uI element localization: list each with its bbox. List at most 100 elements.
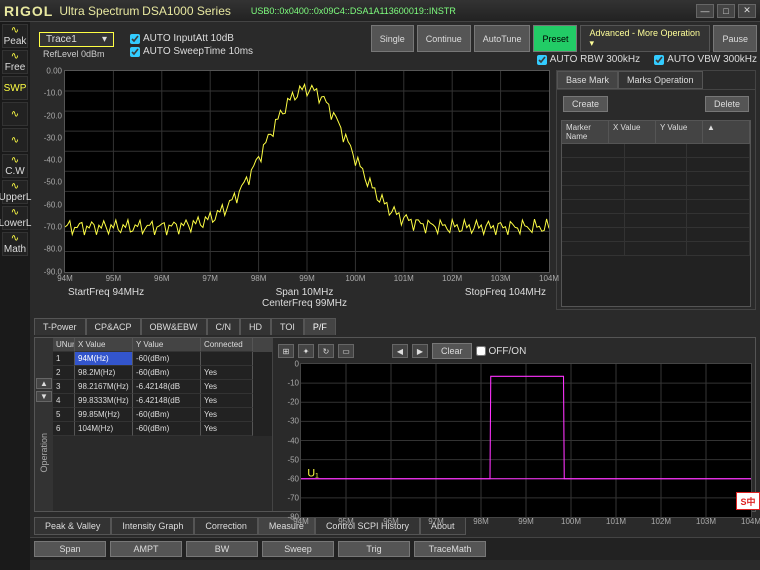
botbtn-BW[interactable]: BW (186, 541, 258, 557)
pf-row[interactable]: 194M(Hz)-60(dBm) (53, 352, 272, 366)
sidebar-btn-5[interactable]: ∿C.W (2, 154, 28, 178)
xtick: 95M (106, 272, 122, 283)
stop-freq: StopFreq 104MHz (465, 287, 546, 309)
botbtn-TraceMath[interactable]: TraceMath (414, 541, 486, 557)
delete-button[interactable]: Delete (705, 96, 749, 112)
xtick: 101M (394, 272, 414, 283)
spectrum-plot[interactable]: 0.00-10.0-20.0-30.0-40.0-50.0-60.0-70.0-… (64, 70, 550, 273)
usb-string: USB0::0x0400::0x09C4::DSA1A113600019::IN… (251, 6, 456, 16)
close-button[interactable]: ✕ (738, 4, 756, 18)
sidebar-btn-8[interactable]: ∿Math (2, 232, 28, 256)
single-button[interactable]: Single (371, 25, 414, 52)
tab-C/N[interactable]: C/N (207, 318, 241, 335)
pause-button[interactable]: Pause (713, 25, 757, 52)
bottab-1[interactable]: Intensity Graph (111, 517, 194, 535)
measure-tabs: T-PowerCP&ACPOBW&EBWC/NHDTOIP/F (30, 316, 760, 337)
sidebar-btn-2[interactable]: SWP (2, 76, 28, 100)
ytick: -60.0 (44, 200, 65, 209)
max-button[interactable]: □ (717, 4, 735, 18)
xtick: 94M (57, 272, 73, 283)
bottab-0[interactable]: Peak & Valley (34, 517, 111, 535)
sidebar-btn-0[interactable]: ∿Peak (2, 24, 28, 48)
watermark-icon: S中 (736, 492, 760, 510)
pf-row[interactable]: 599.85M(Hz)-60(dBm)Yes (53, 408, 272, 422)
sidebar-btn-7[interactable]: ∿LowerL (2, 206, 28, 230)
xtick: 96M (154, 272, 170, 283)
ytick: -80.0 (44, 245, 65, 254)
tab-OBW&EBW[interactable]: OBW&EBW (141, 318, 207, 335)
ytick: -70.0 (44, 222, 65, 231)
preset-button[interactable]: Preset (533, 25, 577, 52)
botbtn-Sweep[interactable]: Sweep (262, 541, 334, 557)
pf-plot[interactable]: U₁ 0-10-20-30-40-50-60-70-8094M95M96M97M… (300, 363, 752, 518)
titlebar: RIGOL Ultra Spectrum DSA1000 Series USB0… (0, 0, 760, 22)
top-controls: Trace1▾ RefLevel 0dBm AUTO InputAtt 10dB… (30, 22, 760, 68)
xtick: 100M (345, 272, 365, 283)
xtick: 98M (251, 272, 267, 283)
bottab-4[interactable]: Control SCPI History (315, 517, 420, 535)
xtick: 99M (299, 272, 315, 283)
ytick: 0.00 (46, 67, 65, 76)
botbtn-Trig[interactable]: Trig (338, 541, 410, 557)
tool-nav-left[interactable]: ◀ (392, 344, 408, 358)
ytick: -10.0 (44, 89, 65, 98)
sidebar-btn-6[interactable]: ∿UpperL (2, 180, 28, 204)
ytick: -20.0 (44, 111, 65, 120)
tab-TOI[interactable]: TOI (271, 318, 304, 335)
auto-sweeptime-check[interactable]: AUTO SweepTime 10ms (130, 46, 253, 57)
tab-CP&ACP[interactable]: CP&ACP (86, 318, 141, 335)
xtick: 104M (539, 272, 559, 283)
pf-row[interactable]: 298.2M(Hz)-60(dBm)Yes (53, 366, 272, 380)
advanced-menu[interactable]: Advanced - More Operation ▾ (580, 25, 710, 52)
sidebar-btn-1[interactable]: ∿Free (2, 50, 28, 74)
auto-inputatt-check[interactable]: AUTO InputAtt 10dB (130, 33, 253, 44)
clear-button[interactable]: Clear (432, 343, 472, 359)
row-up[interactable]: ▲ (36, 378, 52, 389)
pf-row[interactable]: 6104M(Hz)-60(dBm)Yes (53, 422, 272, 436)
tab-HD[interactable]: HD (240, 318, 271, 335)
operation-label: Operation (39, 433, 49, 473)
xtick: 102M (442, 272, 462, 283)
tool-icon-4[interactable]: ▭ (338, 344, 354, 358)
chevron-down-icon: ▾ (102, 34, 107, 45)
tab-P/F[interactable]: P/F (304, 318, 336, 335)
botbtn-Span[interactable]: Span (34, 541, 106, 557)
span: Span 10MHz (276, 287, 334, 298)
series: DSA1000 Series (142, 4, 231, 18)
ytick: -30.0 (44, 133, 65, 142)
center-freq: CenterFreq 99MHz (262, 298, 347, 309)
autotune-button[interactable]: AutoTune (474, 25, 531, 52)
sidebar-btn-3[interactable]: ∿ (2, 102, 28, 126)
offon-check[interactable]: OFF/ON (476, 346, 527, 357)
ytick: -50.0 (44, 178, 65, 187)
auto-rbw-check[interactable]: AUTO RBW 300kHz (537, 54, 640, 65)
ytick: -40.0 (44, 156, 65, 165)
tab-T-Power[interactable]: T-Power (34, 318, 86, 335)
start-freq: StartFreq 94MHz (68, 287, 144, 309)
brand: RIGOL (4, 3, 53, 19)
tool-icon-3[interactable]: ↻ (318, 344, 334, 358)
ref-level: RefLevel 0dBm (43, 49, 114, 59)
product: Ultra Spectrum (59, 4, 139, 18)
marker-table[interactable]: Marker NameX ValueY Value▲ (561, 120, 751, 307)
tool-icon-1[interactable]: ⊞ (278, 344, 294, 358)
min-button[interactable]: — (696, 4, 714, 18)
auto-vbw-check[interactable]: AUTO VBW 300kHz (654, 54, 757, 65)
pf-row[interactable]: 499.8333M(Hz)-6.42148(dBYes (53, 394, 272, 408)
sidebar-btn-4[interactable]: ∿ (2, 128, 28, 152)
xtick: 97M (202, 272, 218, 283)
continue-button[interactable]: Continue (417, 25, 471, 52)
svg-text:U₁: U₁ (307, 467, 319, 479)
tab-marks-operation[interactable]: Marks Operation (618, 71, 703, 89)
create-button[interactable]: Create (563, 96, 608, 112)
tool-icon-2[interactable]: ✦ (298, 344, 314, 358)
botbtn-AMPT[interactable]: AMPT (110, 541, 182, 557)
tab-base-mark[interactable]: Base Mark (557, 71, 618, 89)
trace-select[interactable]: Trace1▾ (39, 32, 114, 47)
row-down[interactable]: ▼ (36, 391, 52, 402)
pf-row[interactable]: 398.2167M(Hz)-6.42148(dBYes (53, 380, 272, 394)
pf-table[interactable]: UNumX ValueY ValueConnected 194M(Hz)-60(… (53, 338, 273, 511)
bottab-2[interactable]: Correction (194, 517, 258, 535)
tool-nav-right[interactable]: ▶ (412, 344, 428, 358)
bottom-bar: SpanAMPTBWSweepTrigTraceMath (30, 537, 760, 560)
